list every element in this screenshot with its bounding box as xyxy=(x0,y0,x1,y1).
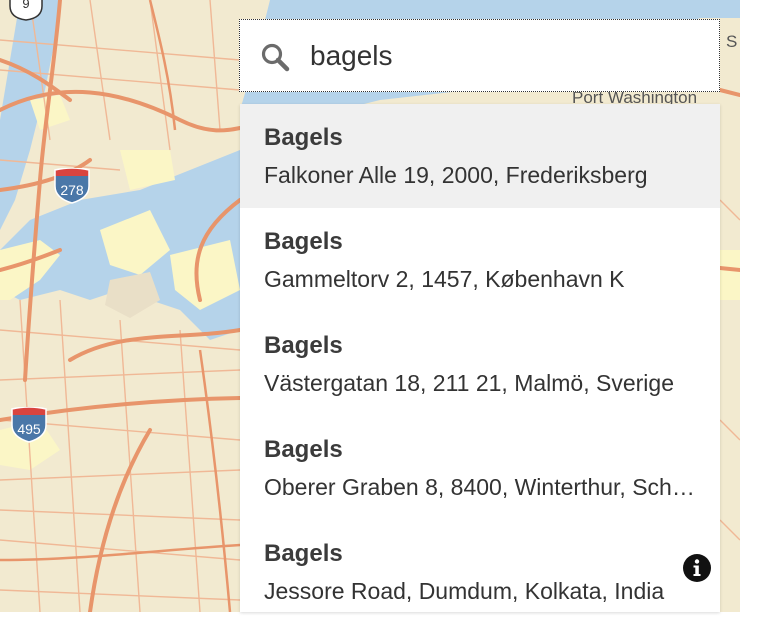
interstate-495-label: 495 xyxy=(17,421,41,437)
search-result-item[interactable]: Bagels Oberer Graben 8, 8400, Winterthur… xyxy=(240,416,720,520)
search-result-item[interactable]: Bagels Västergatan 18, 211 21, Malmö, Sv… xyxy=(240,312,720,416)
interstate-278-label: 278 xyxy=(60,182,84,198)
search-input[interactable] xyxy=(310,37,690,75)
place-label-partial: S xyxy=(726,32,738,51)
result-address: Västergatan 18, 211 21, Malmö, Sverige xyxy=(264,370,674,396)
result-address: Oberer Graben 8, 8400, Winterthur, Schwe… xyxy=(264,474,696,500)
search-box[interactable] xyxy=(239,19,720,92)
result-name: Bagels xyxy=(264,436,343,463)
interstate-278-shield: 278 xyxy=(52,168,92,204)
route-9-label: 9 xyxy=(22,0,30,11)
interstate-495-shield: 495 xyxy=(9,407,49,443)
result-address: Falkoner Alle 19, 2000, Frederiksberg xyxy=(264,162,648,188)
search-result-item[interactable]: Bagels Jessore Road, Dumdum, Kolkata, In… xyxy=(240,520,720,612)
info-icon[interactable] xyxy=(682,553,712,583)
route-9-shield: 9 xyxy=(6,0,46,22)
result-address: Gammeltorv 2, 1457, København K xyxy=(264,266,625,292)
search-result-item[interactable]: Bagels Falkoner Alle 19, 2000, Frederiks… xyxy=(240,104,720,208)
result-name: Bagels xyxy=(264,124,343,151)
result-address: Jessore Road, Dumdum, Kolkata, India xyxy=(264,578,665,604)
search-icon[interactable] xyxy=(259,41,291,73)
search-results-list[interactable]: Bagels Falkoner Alle 19, 2000, Frederiks… xyxy=(240,104,720,612)
result-name: Bagels xyxy=(264,228,343,255)
search-result-item[interactable]: Bagels Gammeltorv 2, 1457, København K xyxy=(240,208,720,312)
result-name: Bagels xyxy=(264,332,343,359)
result-name: Bagels xyxy=(264,540,343,567)
